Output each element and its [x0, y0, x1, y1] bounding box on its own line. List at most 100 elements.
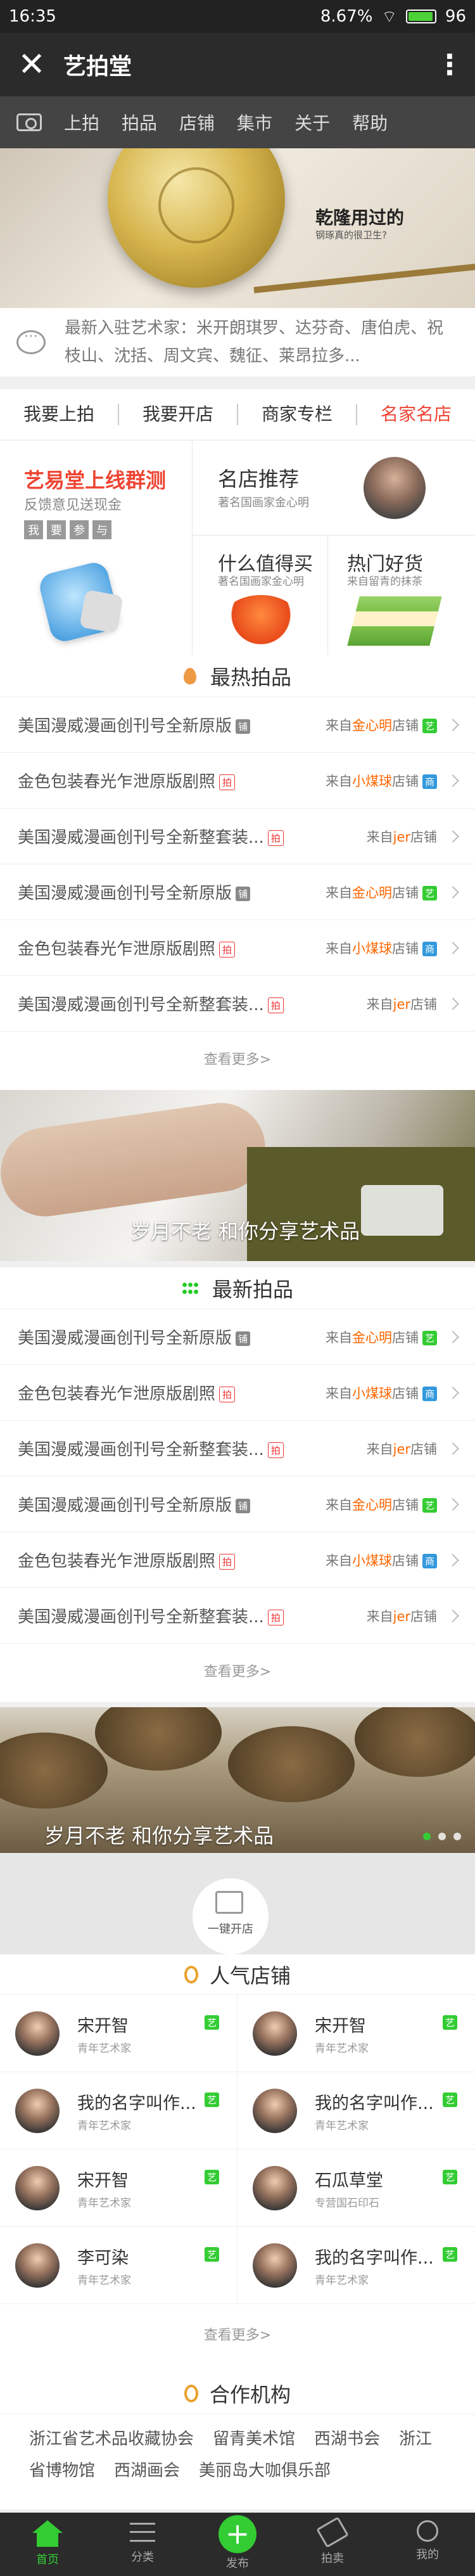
status-bar: 16:35 8.67% ⌔ 96 [0, 0, 475, 33]
lot-row[interactable]: 金色包装春光乍泄原版剧照拍来自小煤球店铺商 [0, 753, 475, 809]
mid-banner[interactable]: 岁月不老 和你分享艺术品 [0, 1090, 475, 1261]
shop-card[interactable]: 宋开智 青年艺术家艺 [238, 1995, 475, 2072]
shop-card[interactable]: 宋开智 青年艺术家艺 [0, 2150, 238, 2227]
source-shop-name: jer [393, 829, 410, 845]
view-more-link[interactable]: 查看更多> [0, 1644, 475, 1701]
pager-dot[interactable] [453, 1833, 461, 1840]
partner-link[interactable]: 西湖画会 [114, 2461, 180, 2480]
source-suffix: 店铺 [391, 940, 419, 956]
chevron-right-icon [446, 1553, 459, 1567]
pager-dot[interactable] [423, 1833, 431, 1840]
lot-row[interactable]: 美国漫威漫画创刊号全新原版铺来自金心明店铺艺 [0, 697, 475, 753]
shop-card[interactable]: 李可染 青年艺术家艺 [0, 2227, 238, 2304]
lot-type-badge: 铺 [236, 887, 251, 901]
avatar [15, 2011, 60, 2056]
promo-famous-shop[interactable]: 名店推荐 著名国画家金心明 [193, 440, 475, 535]
chevron-right-icon [446, 1386, 459, 1399]
title-bar: ✕ 艺拍堂 ⋮ [0, 33, 475, 96]
chevron-right-icon [446, 774, 459, 787]
lot-row[interactable]: 美国漫威漫画创刊号全新原版铺来自金心明店铺艺 [0, 1477, 475, 1532]
tab-home[interactable]: 首页 [0, 2513, 95, 2576]
shop-type-badge: 商 [422, 942, 437, 956]
source-suffix: 店铺 [391, 1385, 419, 1401]
open-shop-button[interactable]: 一键开店 [193, 1878, 269, 1954]
lot-row[interactable]: 美国漫威漫画创刊号全新整套装... 拍来自jer店铺 [0, 809, 475, 864]
tab-open-shop[interactable]: 我要开店 [119, 404, 238, 425]
promo-worth-subtitle: 著名国画家金心明 [218, 575, 304, 588]
tag: 参 [70, 520, 89, 539]
shop-card[interactable]: 我的名字叫作... 青年艺术家 艺 [0, 2072, 238, 2150]
lot-row[interactable]: 美国漫威漫画创刊号全新整套装... 拍来自jer店铺 [0, 976, 475, 1032]
lot-type-badge: 铺 [236, 1331, 251, 1346]
tab-mine[interactable]: 我的 [380, 2513, 475, 2576]
source-prefix: 来自 [366, 1441, 393, 1457]
nav-item-paipin[interactable]: 拍品 [122, 110, 157, 135]
lot-source: 来自小煤球店铺商 [326, 939, 437, 958]
tab-upload-lot[interactable]: 我要上拍 [0, 404, 119, 425]
shop-card[interactable]: 石瓜草堂 专营国石印石艺 [238, 2150, 475, 2227]
top-banner[interactable]: 乾隆用过的 钢琢真的很卫生? [0, 148, 475, 308]
bottom-banner[interactable]: 岁月不老 和你分享艺术品 [0, 1707, 475, 1853]
promo-hot-subtitle: 来自留青的抹茶 [347, 575, 422, 588]
promo-hot-goods[interactable]: 热门好货 来自留青的抹茶 [328, 535, 475, 656]
tab-category[interactable]: 分类 [95, 2513, 190, 2576]
banner-caption: 岁月不老 和你分享艺术品 [130, 1219, 360, 1243]
section-header: 最热拍品 [0, 655, 475, 697]
cake-image [347, 596, 442, 646]
camera-icon[interactable] [16, 113, 42, 131]
source-prefix: 来自 [325, 885, 352, 900]
lot-source: 来自jer店铺 [367, 827, 437, 846]
shop-tag-badge: 艺 [204, 2247, 219, 2262]
shop-tag-badge: 艺 [442, 2170, 457, 2184]
source-shop-name: 小煤球 [352, 1385, 392, 1401]
shop-info: 宋开智 青年艺术家 [315, 2012, 435, 2055]
avatar [15, 2165, 60, 2210]
shop-card[interactable]: 我的名字叫作... 青年艺术家 艺 [238, 2072, 475, 2150]
source-prefix: 来自 [325, 717, 352, 733]
lot-row[interactable]: 金色包装春光乍泄原版剧照拍来自小煤球店铺商 [0, 920, 475, 976]
lot-row[interactable]: 美国漫威漫画创刊号全新原版铺来自金心明店铺艺 [0, 1309, 475, 1365]
promo-beta-test[interactable]: 艺易堂上线群测 反馈意见送现金 我 要 参 与 [0, 440, 193, 656]
wifi-icon: ⌔ [381, 7, 397, 27]
close-icon[interactable]: ✕ [0, 33, 63, 96]
source-suffix: 店铺 [410, 829, 437, 845]
shop-name: 我的名字叫作... [77, 2093, 196, 2113]
shop-desc: 青年艺术家 [77, 2119, 131, 2132]
lot-row[interactable]: 美国漫威漫画创刊号全新整套装... 拍来自jer店铺 [0, 1588, 475, 1644]
shop-card[interactable]: 宋开智 青年艺术家艺 [0, 1995, 238, 2072]
source-shop-name: jer [393, 1608, 410, 1624]
view-more-link[interactable]: 查看更多> [0, 2304, 475, 2368]
lot-source: 来自金心明店铺艺 [326, 1495, 437, 1514]
tab-publish[interactable]: + 发布 [190, 2513, 285, 2576]
shop-desc: 青年艺术家 [77, 2042, 131, 2055]
promo-beta-tags: 我 要 参 与 [24, 520, 111, 539]
chevron-right-icon [446, 1609, 459, 1622]
nav-item-guanyu[interactable]: 关于 [294, 110, 330, 135]
tab-famous-shops[interactable]: 名家名店 [357, 404, 475, 425]
tab-merchant-column[interactable]: 商家专栏 [238, 404, 357, 425]
notice-bar[interactable]: 最新入驻艺术家：米开朗琪罗、达芬奇、唐伯虎、祝枝山、沈括、周文宾、魏征、莱昂拉多… [0, 308, 475, 376]
tab-label: 发布 [226, 2557, 249, 2570]
section-header: 最新拍品 [0, 1267, 475, 1309]
lot-row[interactable]: 美国漫威漫画创刊号全新整套装... 拍来自jer店铺 [0, 1421, 475, 1477]
shop-card[interactable]: 我的名字叫作... 青年艺术家 艺 [238, 2227, 475, 2304]
quick-tabs: 我要上拍 我要开店 商家专栏 名家名店 [0, 389, 475, 440]
promo-worth-buying[interactable]: 什么值得买 著名国画家金心明 [193, 535, 328, 656]
pager-dot[interactable] [438, 1833, 446, 1840]
partner-link[interactable]: 西湖书会 [314, 2430, 380, 2449]
source-suffix: 店铺 [391, 717, 419, 733]
lot-row[interactable]: 金色包装春光乍泄原版剧照拍来自小煤球店铺商 [0, 1532, 475, 1588]
more-icon[interactable]: ⋮ [424, 49, 475, 81]
nav-item-bangzhu[interactable]: 帮助 [352, 110, 388, 135]
nav-item-shangpai[interactable]: 上拍 [64, 110, 99, 135]
partner-link[interactable]: 留青美术馆 [213, 2430, 295, 2449]
tab-auction[interactable]: 拍卖 [285, 2513, 380, 2576]
lot-row[interactable]: 金色包装春光乍泄原版剧照拍来自小煤球店铺商 [0, 1365, 475, 1421]
nav-item-dianpu[interactable]: 店铺 [179, 110, 215, 135]
lot-row[interactable]: 美国漫威漫画创刊号全新原版铺来自金心明店铺艺 [0, 864, 475, 920]
view-more-link[interactable]: 查看更多> [0, 1032, 475, 1089]
partner-link[interactable]: 浙江省艺术品收藏协会 [29, 2430, 194, 2449]
open-shop-label: 一键开店 [208, 1923, 253, 1936]
partner-link[interactable]: 美丽岛大咖俱乐部 [199, 2461, 331, 2480]
nav-item-jishi[interactable]: 集市 [237, 110, 272, 135]
